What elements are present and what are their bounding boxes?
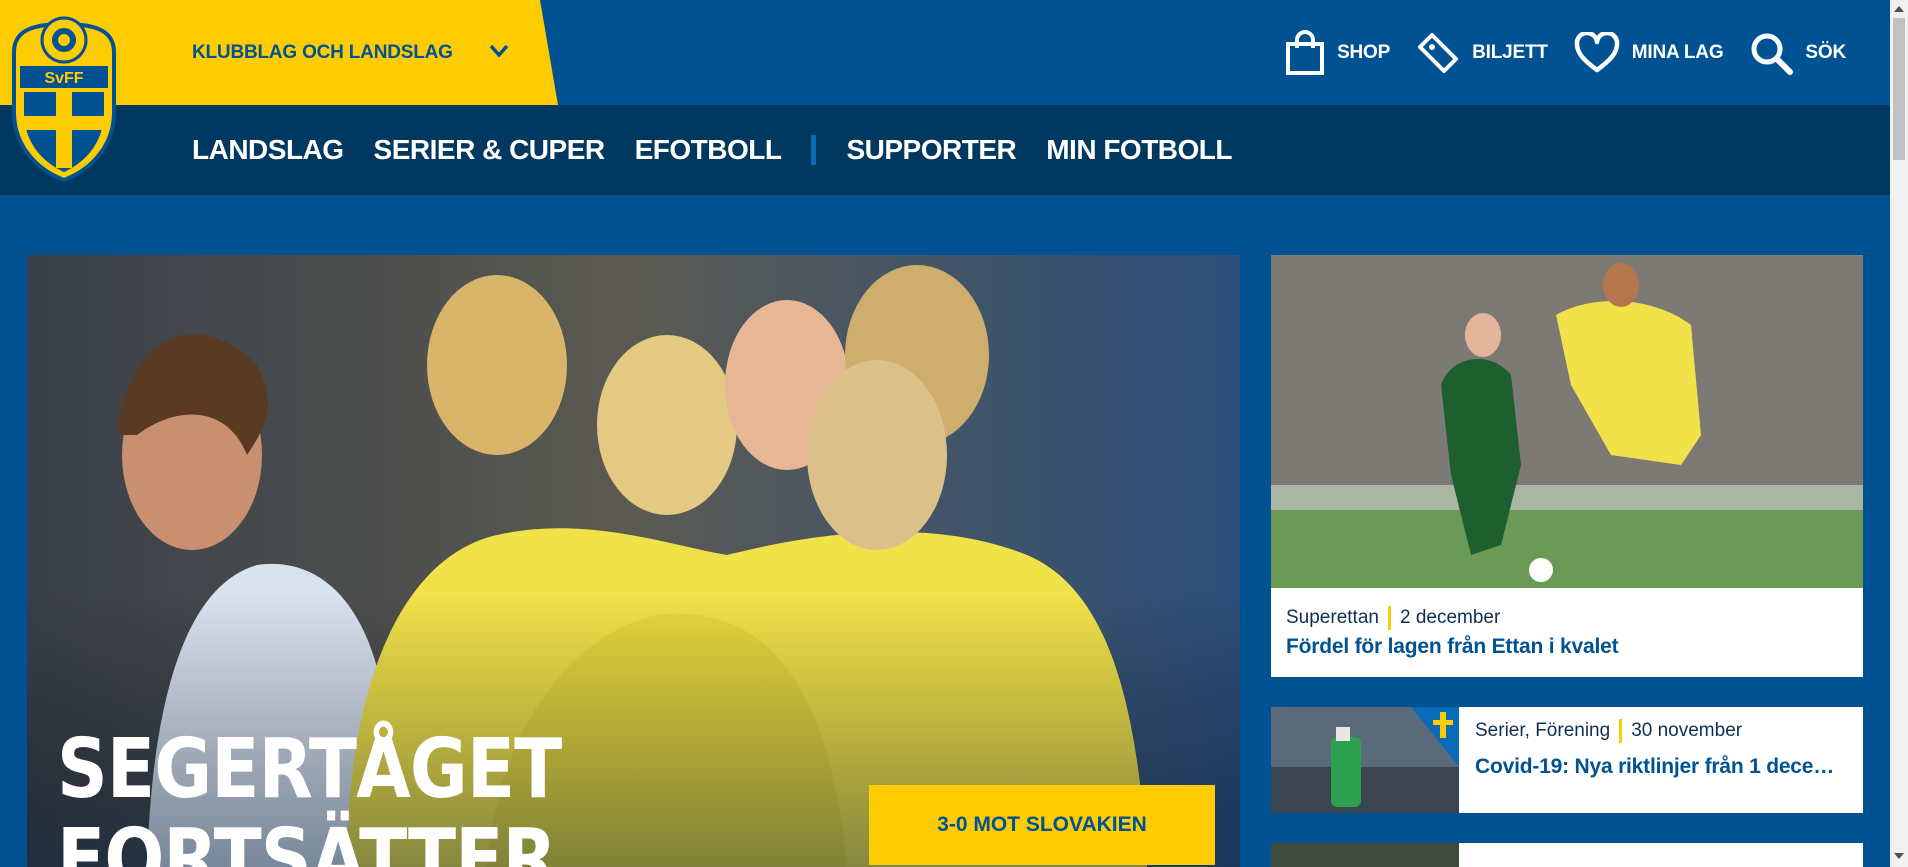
news-card-image <box>1271 707 1459 813</box>
nav-supporter[interactable]: SUPPORTER <box>846 134 1016 166</box>
news-card-category: Serier, Förening <box>1475 720 1611 741</box>
hero-title-line-1: SEGERTÅGET <box>57 722 562 817</box>
meta-divider <box>1387 606 1391 630</box>
scroll-up-arrow[interactable] <box>1894 6 1904 12</box>
heart-icon <box>1574 31 1620 72</box>
scroll-thumb[interactable] <box>1893 18 1905 160</box>
main-nav: LANDSLAG SERIER & CUPER EFOTBOLL SUPPORT… <box>0 105 1890 195</box>
shop-label: SHOP <box>1337 41 1391 63</box>
hero-title: SEGERTÅGET FORTSÄTTER <box>57 722 562 867</box>
ticket-icon <box>1418 32 1459 73</box>
news-card-title: Covid-19: Nya riktlinjer från 1 december <box>1475 755 1851 778</box>
chevron-down-icon <box>489 44 509 58</box>
nav-landslag[interactable]: LANDSLAG <box>192 134 344 166</box>
hero-title-line-2: FORTSÄTTER <box>57 812 557 867</box>
page-scrollbar[interactable] <box>1890 0 1908 867</box>
nav-serier-cuper[interactable]: SERIER & CUPER <box>374 134 606 166</box>
news-card-image <box>1271 843 1459 867</box>
shop-link[interactable]: SHOP <box>1285 29 1391 76</box>
club-tab-label: KLUBBLAG OCH LANDSLAG <box>192 42 453 63</box>
news-card-image <box>1271 255 1863 588</box>
meta-divider <box>1619 719 1623 743</box>
svff-logo[interactable]: SvFF <box>10 12 118 182</box>
nav-min-fotboll[interactable]: MIN FOTBOLL <box>1046 134 1232 166</box>
hero-cta-button[interactable]: 3-0 MOT SLOVAKIEN <box>869 785 1215 865</box>
my-teams-label: MINA LAG <box>1631 41 1724 63</box>
news-card[interactable]: Superettan 2 december Fördel för lagen f… <box>1271 255 1863 677</box>
nav-efotboll[interactable]: EFOTBOLL <box>635 134 782 166</box>
search-label: SÖK <box>1805 41 1846 63</box>
news-card-meta: Serier, Förening 30 november <box>1475 719 1742 743</box>
top-bar: KLUBBLAG OCH LANDSLAG SHOP BILJETT MINA … <box>0 0 1890 105</box>
news-card[interactable] <box>1271 843 1863 867</box>
search-button[interactable]: SÖK <box>1749 31 1846 75</box>
utility-nav: SHOP BILJETT MINA LAG SÖK <box>1259 0 1846 105</box>
svg-text:SvFF: SvFF <box>44 70 83 87</box>
news-card-date: 30 november <box>1631 720 1743 741</box>
news-card[interactable]: Serier, Förening 30 november Covid-19: N… <box>1271 707 1863 813</box>
shopping-bag-icon <box>1286 29 1325 75</box>
scroll-down-arrow[interactable] <box>1894 853 1904 859</box>
my-teams-link[interactable]: MINA LAG <box>1574 31 1724 74</box>
news-card-meta: Superettan 2 december <box>1286 606 1500 630</box>
nav-divider <box>811 135 817 165</box>
news-card-category: Superettan <box>1286 607 1379 628</box>
news-card-date: 2 december <box>1399 607 1501 628</box>
ticket-link[interactable]: BILJETT <box>1416 31 1548 75</box>
hero-banner[interactable]: SEGERTÅGET FORTSÄTTER 3-0 MOT SLOVAKIEN <box>27 255 1240 867</box>
search-icon <box>1751 33 1794 75</box>
ticket-label: BILJETT <box>1472 41 1548 63</box>
news-card-title: Fördel för lagen från Ettan i kvalet <box>1286 635 1619 658</box>
